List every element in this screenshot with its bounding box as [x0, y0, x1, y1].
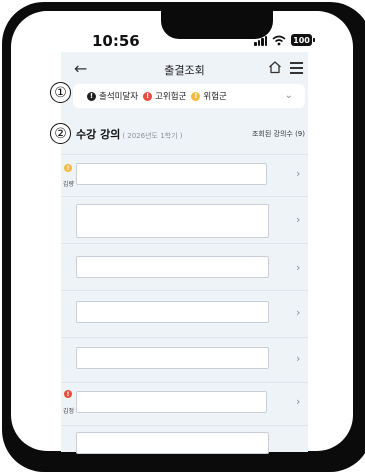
course-info-box [76, 204, 269, 238]
semester-label: ( 2026년도 1학기 ) [122, 132, 183, 140]
legend-item-high-risk: ! 고위험군 [143, 90, 186, 102]
section-title-text: 수강 강의 [76, 128, 121, 141]
course-row[interactable]: › [61, 196, 308, 244]
student-name: 김량 [63, 181, 75, 188]
chevron-right-icon: › [296, 395, 301, 408]
battery-icon: 100 [291, 34, 315, 46]
annotation-marker-2: ② [50, 123, 71, 144]
course-row[interactable]: › [61, 243, 308, 291]
course-info-box [76, 301, 269, 323]
menu-icon[interactable] [290, 62, 303, 77]
course-row[interactable]: ! 김량 › [61, 154, 308, 197]
section-title: 수강 강의( 2026년도 1학기 ) [76, 126, 182, 142]
wifi-icon [272, 35, 286, 45]
alert-icon: ! [143, 91, 153, 101]
course-info-box [76, 163, 267, 185]
course-row[interactable] [61, 425, 308, 456]
legend-label: 출석미달자 [99, 92, 139, 102]
status-time: 10:56 [92, 32, 140, 50]
warning-indicator-icon: ! [64, 164, 72, 172]
chevron-right-icon: › [296, 213, 301, 226]
signal-icon [254, 35, 267, 46]
chevron-down-icon: ⌄ [284, 90, 293, 101]
home-icon[interactable] [268, 60, 282, 74]
student-name: 김정 [63, 408, 75, 415]
status-icons: 100 [254, 33, 315, 47]
course-info-box [76, 391, 267, 413]
course-info-box [76, 256, 269, 278]
chevron-right-icon: › [296, 167, 301, 180]
warning-indicator-icon: ! [64, 390, 72, 398]
course-row[interactable]: ! 김정 › [61, 382, 308, 426]
app-content: ← 출결조회 ! 출석미달자 ! 고위험군 ! 위험군 ⌄ 수강 강의( 202… [61, 52, 308, 454]
course-count: 조회된 강의수 (9) [251, 130, 305, 138]
alert-icon: ! [191, 91, 201, 101]
legend-dropdown[interactable]: ! 출석미달자 ! 고위험군 ! 위험군 ⌄ [73, 84, 305, 108]
course-info-box [76, 347, 269, 369]
app-header: ← 출결조회 [61, 52, 308, 88]
chevron-right-icon: › [296, 261, 301, 274]
course-row[interactable]: › [61, 290, 308, 338]
legend-label: 위험군 [203, 92, 227, 102]
alert-icon: ! [87, 91, 96, 101]
legend-label: 고위험군 [155, 92, 187, 102]
chevron-right-icon: › [296, 352, 301, 365]
course-info-box [76, 432, 269, 454]
legend-item-risk: ! 위험군 [191, 90, 227, 102]
course-row[interactable]: › [61, 337, 308, 383]
chevron-right-icon: › [296, 306, 301, 319]
annotation-marker-1: ① [50, 82, 71, 103]
legend-item-absence: ! 출석미달자 [87, 90, 138, 102]
